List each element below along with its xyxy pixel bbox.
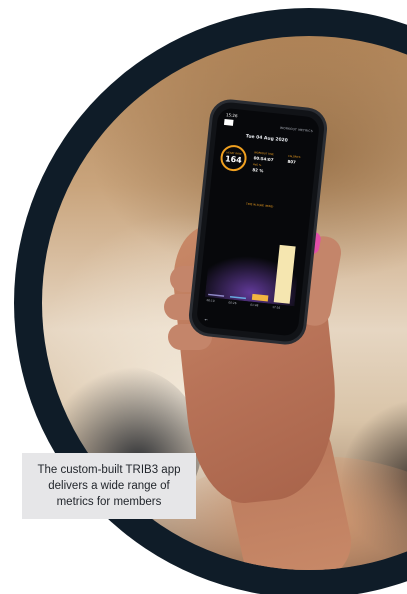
photo-caption: The custom-built TRIB3 app delivers a wi… — [22, 453, 196, 519]
effort-value: 82 % — [252, 167, 264, 174]
caption-text: The custom-built TRIB3 app delivers a wi… — [37, 464, 181, 508]
phone-screen: 15:26 WORKOUT METRICS Tue 04 Aug 2020 HE… — [195, 107, 321, 337]
zone-bar-chart — [204, 237, 301, 307]
calories-value: 807 — [287, 158, 297, 165]
x-label: 00:26 — [228, 300, 237, 306]
x-label: 00:10 — [206, 298, 215, 303]
nav-title: WORKOUT METRICS — [279, 125, 313, 134]
status-time: 15:26 — [225, 112, 238, 119]
page: 15:26 WORKOUT METRICS Tue 04 Aug 2020 HE… — [0, 0, 407, 594]
back-arrow-icon: ← — [204, 316, 209, 323]
x-label: 01:48 — [250, 302, 259, 308]
x-label: 17:16 — [271, 304, 281, 310]
time-value: 00:54:07 — [253, 155, 274, 163]
heart-rate-ring: HEART RATE 164 — [219, 143, 248, 173]
heart-rate-value: 164 — [224, 154, 243, 165]
app-logo — [223, 118, 234, 126]
